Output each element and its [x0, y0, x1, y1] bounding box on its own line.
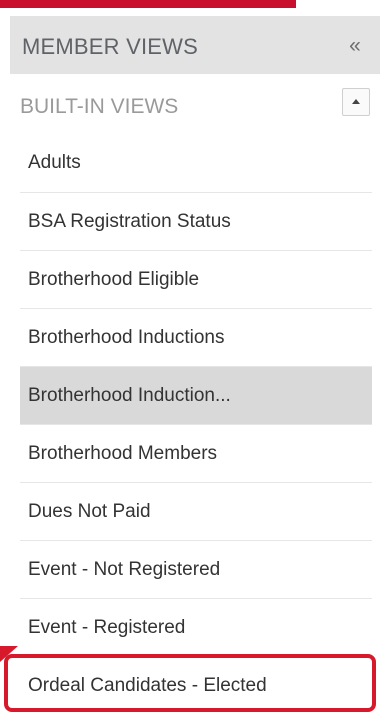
view-item-event-registered[interactable]: Event - Registered [20, 598, 372, 656]
caret-up-icon [352, 99, 360, 104]
collapse-panel-button[interactable]: « [344, 34, 366, 56]
view-item-brotherhood-induction-selected[interactable]: Brotherhood Induction... [20, 366, 372, 424]
section-title: BUILT-IN VIEWS [20, 95, 179, 118]
section-collapse-button[interactable] [342, 88, 370, 116]
built-in-views-section-header: BUILT-IN VIEWS [10, 74, 380, 134]
view-item-label: Ordeal Candidates - Elected [28, 674, 267, 696]
view-item-brotherhood-inductions[interactable]: Brotherhood Inductions [20, 308, 372, 366]
panel-header: MEMBER VIEWS « [10, 16, 380, 74]
view-item-event-not-registered[interactable]: Event - Not Registered [20, 540, 372, 598]
view-item-label: BSA Registration Status [28, 210, 231, 232]
view-item-label: Brotherhood Members [28, 442, 218, 464]
view-item-ordeal-candidates-elected[interactable]: Ordeal Candidates - Elected [20, 656, 372, 714]
top-accent-bar [0, 0, 296, 8]
chevron-double-left-icon: « [349, 33, 361, 57]
view-item-brotherhood-eligible[interactable]: Brotherhood Eligible [20, 250, 372, 308]
view-item-bsa-registration-status[interactable]: BSA Registration Status [20, 192, 372, 250]
view-item-label: Dues Not Paid [28, 500, 151, 522]
view-item-label: Event - Not Registered [28, 558, 221, 580]
view-item-label: Brotherhood Eligible [28, 268, 200, 290]
view-item-brotherhood-members[interactable]: Brotherhood Members [20, 424, 372, 482]
view-item-label: Adults [28, 152, 81, 173]
view-item-adults[interactable]: Adults [20, 134, 372, 192]
member-views-panel: MEMBER VIEWS « BUILT-IN VIEWS Adults BSA… [0, 8, 380, 719]
view-item-label: Event - Registered [28, 616, 186, 638]
member-views-page: MEMBER VIEWS « BUILT-IN VIEWS Adults BSA… [0, 0, 380, 719]
built-in-views-list: Adults BSA Registration Status Brotherho… [20, 134, 372, 714]
panel-title: MEMBER VIEWS [22, 34, 198, 59]
view-item-dues-not-paid[interactable]: Dues Not Paid [20, 482, 372, 540]
view-item-label: Brotherhood Inductions [28, 326, 225, 348]
view-item-label: Brotherhood Induction... [28, 384, 231, 406]
